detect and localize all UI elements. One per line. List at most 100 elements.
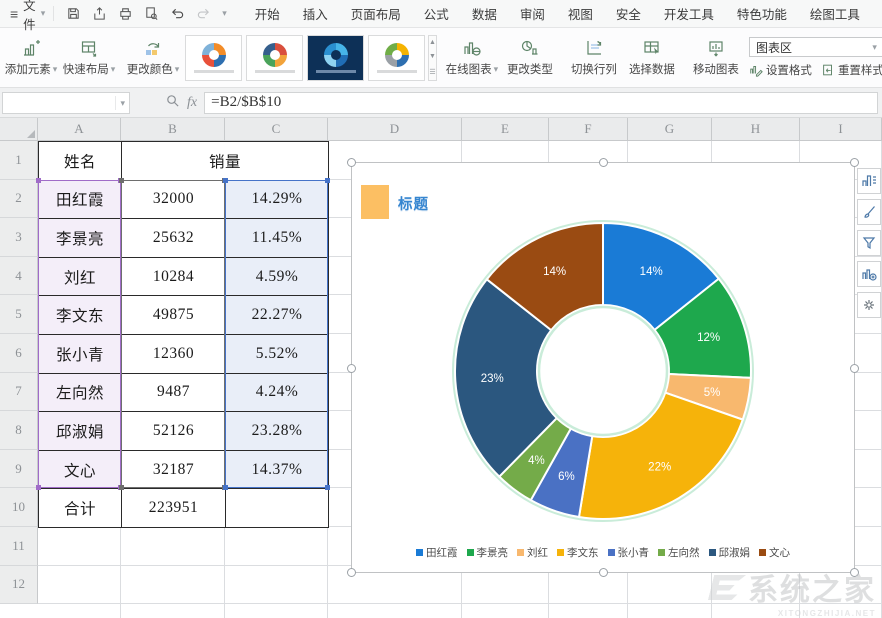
file-menu[interactable]: ≡ 文件 ▾ — [8, 0, 53, 33]
cell-pct-row7[interactable]: 4.24% — [226, 374, 329, 413]
online-chart-button[interactable]: 在线图表▾ — [443, 38, 501, 77]
cell-pct-row8[interactable]: 23.28% — [226, 412, 329, 451]
cell-name-row5[interactable]: 李文东 — [39, 296, 122, 335]
cell-name-row6[interactable]: 张小青 — [39, 335, 122, 374]
cell-name-row3[interactable]: 李景亮 — [39, 219, 122, 258]
cell-pct-row3[interactable]: 11.45% — [226, 219, 329, 258]
column-header-I[interactable]: I — [800, 118, 882, 140]
row-header-9[interactable]: 9 — [0, 450, 38, 489]
cell-sales-row9[interactable]: 32187 — [122, 451, 226, 490]
add-element-button[interactable]: 添加元素▾ — [2, 38, 60, 77]
chart-filter-button[interactable] — [857, 230, 881, 256]
chart-style-1[interactable] — [185, 35, 242, 81]
menu-tab-7[interactable]: 视图 — [568, 4, 593, 23]
select-data-button[interactable]: 选择数据 — [623, 38, 681, 77]
row-header-5[interactable]: 5 — [0, 295, 38, 334]
cell-sales-row6[interactable]: 12360 — [122, 335, 226, 374]
cell-name-row9[interactable]: 文心 — [39, 451, 122, 490]
menu-tab-5[interactable]: 数据 — [472, 4, 497, 23]
cell-sales-row7[interactable]: 9487 — [122, 374, 226, 413]
chart-style-4[interactable] — [368, 35, 425, 81]
cell-sales-row8[interactable]: 52126 — [122, 412, 226, 451]
cell-name-row8[interactable]: 邱淑娟 — [39, 412, 122, 451]
cell-pct-row9[interactable]: 14.37% — [226, 451, 329, 490]
legend-item-田红霞[interactable]: 田红霞 — [416, 545, 458, 560]
cell-total-label[interactable]: 合计 — [39, 489, 122, 528]
legend-item-文心[interactable]: 文心 — [759, 545, 790, 560]
column-header-G[interactable]: G — [628, 118, 712, 140]
cell-sales-header[interactable]: 销量 — [122, 142, 329, 181]
cell-total-value[interactable]: 223951 — [122, 489, 226, 528]
redo-button[interactable] — [196, 6, 211, 21]
name-box[interactable]: ▾ — [2, 92, 130, 114]
resize-handle[interactable] — [850, 364, 859, 373]
export-button[interactable] — [92, 6, 107, 21]
gallery-scroll-buttons[interactable]: ▲▼☰ — [428, 35, 437, 81]
legend-item-邱淑娟[interactable]: 邱淑娟 — [709, 545, 751, 560]
cell-name-header[interactable]: 姓名 — [39, 142, 122, 181]
menu-tab-10[interactable]: 特色功能 — [737, 4, 787, 23]
chart-style-2[interactable] — [246, 35, 303, 81]
cell-total-pct[interactable] — [226, 489, 329, 528]
set-format-button[interactable]: 设置格式 — [749, 62, 812, 78]
menu-tab-2[interactable]: 插入 — [303, 4, 328, 23]
legend-item-李景亮[interactable]: 李景亮 — [467, 545, 509, 560]
column-header-E[interactable]: E — [462, 118, 549, 140]
undo-button[interactable] — [170, 6, 185, 21]
row-header-2[interactable]: 2 — [0, 180, 38, 219]
legend-item-李文东[interactable]: 李文东 — [557, 545, 599, 560]
chart-element-selector[interactable]: 图表区 ▾ — [749, 37, 882, 57]
cell-pct-row4[interactable]: 4.59% — [226, 258, 329, 297]
chart-elements-button[interactable] — [857, 168, 881, 194]
reset-style-button[interactable]: 重置样式 — [821, 62, 882, 78]
print-preview-button[interactable] — [144, 6, 159, 21]
chart-style-3[interactable] — [307, 35, 364, 81]
resize-handle[interactable] — [599, 158, 608, 167]
donut-chart[interactable]: 14%12%5%22%6%4%23%14% — [443, 211, 763, 531]
row-header-10[interactable]: 10 — [0, 488, 38, 527]
change-type-button[interactable]: 更改类型 — [501, 38, 559, 77]
cell-name-row7[interactable]: 左向然 — [39, 374, 122, 413]
chart-title[interactable]: 标题 — [398, 193, 429, 214]
resize-handle[interactable] — [347, 568, 356, 577]
column-header-C[interactable]: C — [225, 118, 328, 140]
menu-tab-9[interactable]: 开发工具 — [664, 4, 714, 23]
row-header-7[interactable]: 7 — [0, 373, 38, 412]
cell-pct-row5[interactable]: 22.27% — [226, 296, 329, 335]
cell-pct-row2[interactable]: 14.29% — [226, 181, 329, 220]
quick-layout-button[interactable]: 快速布局▾ — [60, 38, 118, 77]
formula-input[interactable]: =B2/$B$10 — [204, 92, 878, 114]
row-header-1[interactable]: 1 — [0, 141, 38, 180]
legend-item-刘红[interactable]: 刘红 — [517, 545, 548, 560]
menu-tab-4[interactable]: 公式 — [424, 4, 449, 23]
row-header-3[interactable]: 3 — [0, 218, 38, 257]
row-header-12[interactable]: 12 — [0, 566, 38, 605]
resize-handle[interactable] — [347, 158, 356, 167]
row-header-4[interactable]: 4 — [0, 257, 38, 296]
change-color-button[interactable]: 更改颜色▾ — [124, 38, 182, 77]
column-header-A[interactable]: A — [38, 118, 121, 140]
column-header-B[interactable]: B — [121, 118, 225, 140]
legend-item-张小青[interactable]: 张小青 — [608, 545, 650, 560]
cell-name-row2[interactable]: 田红霞 — [39, 181, 122, 220]
column-header-F[interactable]: F — [549, 118, 628, 140]
chart-style-button[interactable] — [857, 199, 881, 225]
chart-settings-button[interactable] — [857, 292, 881, 318]
qat-more-button[interactable]: ▾ — [222, 8, 227, 19]
menu-tab-1[interactable]: 开始 — [255, 4, 280, 23]
cell-sales-row4[interactable]: 10284 — [122, 258, 226, 297]
cell-name-row4[interactable]: 刘红 — [39, 258, 122, 297]
chart-area[interactable]: 标题 14%12%5%22%6%4%23%14% 田红霞李景亮刘红李文东张小青左… — [351, 162, 855, 573]
row-header-8[interactable]: 8 — [0, 411, 38, 450]
switch-row-column-button[interactable]: 切换行列 — [565, 38, 623, 77]
resize-handle[interactable] — [599, 568, 608, 577]
chart-data-button[interactable] — [857, 261, 881, 287]
cell-sales-row5[interactable]: 49875 — [122, 296, 226, 335]
column-header-D[interactable]: D — [328, 118, 462, 140]
resize-handle[interactable] — [850, 158, 859, 167]
column-header-H[interactable]: H — [712, 118, 800, 140]
resize-handle[interactable] — [347, 364, 356, 373]
save-button[interactable] — [66, 6, 81, 21]
menu-tab-6[interactable]: 审阅 — [520, 4, 545, 23]
legend-item-左向然[interactable]: 左向然 — [658, 545, 700, 560]
